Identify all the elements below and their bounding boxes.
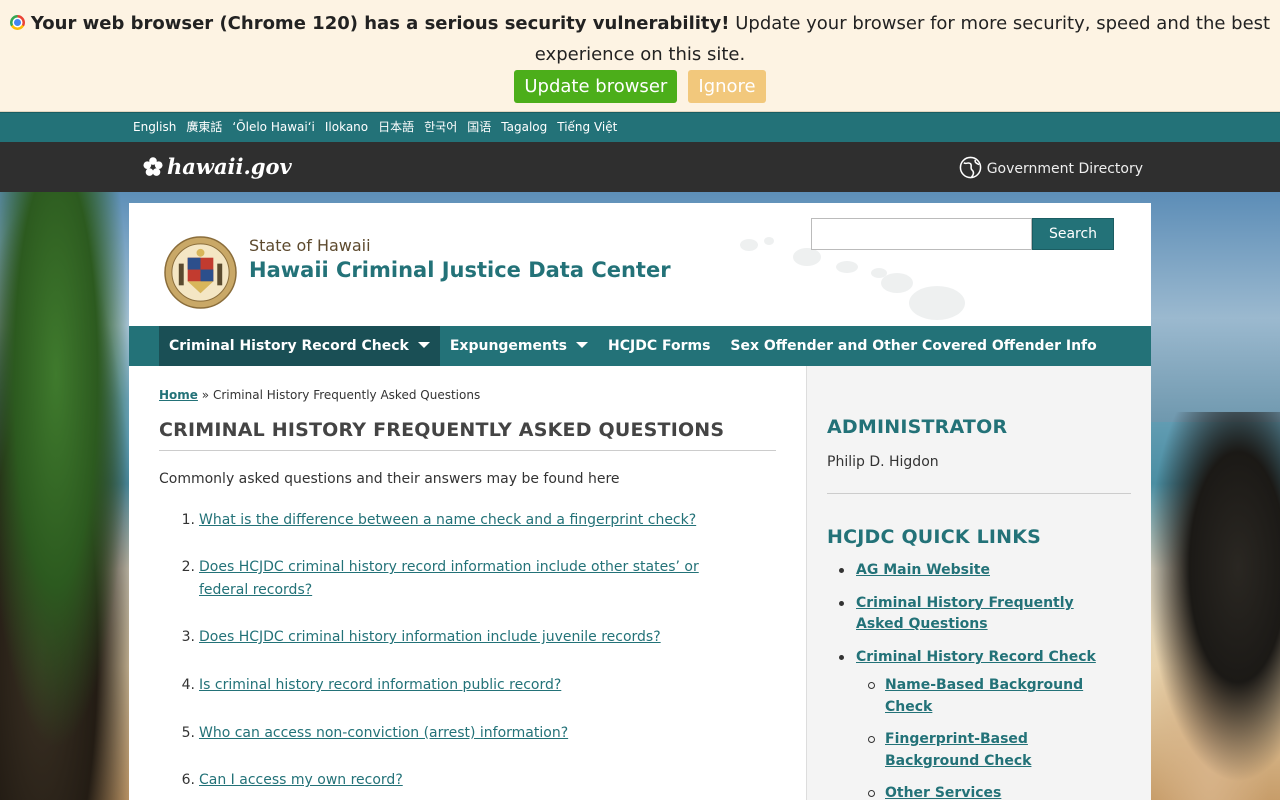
intro-text: Commonly asked questions and their answe… [159,471,620,487]
page-card: State of Hawaii Hawaii Criminal Justice … [129,203,1151,800]
rocks-image [1140,412,1280,800]
main-nav-list: Criminal History Record Check Expungement… [159,326,1107,366]
quick-sublink[interactable]: Other Services [885,785,1001,800]
language-link[interactable]: Ilokano [325,113,368,141]
state-seal-icon[interactable] [164,236,237,309]
quick-link[interactable]: AG Main Website [856,562,990,578]
faq-item: 5. Who can access non-conviction (arrest)… [159,722,739,745]
faq-item: 3. Does HCJDC criminal history informatio… [159,626,739,649]
browser-update-banner: Your web browser (Chrome 120) has a seri… [0,0,1280,112]
hawaii-gov-logo[interactable]: hawaii.gov [142,153,292,181]
language-link[interactable]: 廣東話 [186,113,222,141]
faq-question-link[interactable]: Is criminal history record information p… [199,677,561,693]
quick-link-item: Criminal History Frequently Asked Questi… [836,593,1116,635]
quick-sublink[interactable]: Fingerprint-Based Background Check [885,731,1031,769]
banner-warning: Your web browser (Chrome 120) has a seri… [30,13,730,34]
language-link[interactable]: Tiếng Việt [557,113,617,141]
agency-name[interactable]: Hawaii Criminal Justice Data Center [249,256,671,284]
faq-question-link[interactable]: Can I access my own record? [199,772,403,788]
breadcrumb-home-link[interactable]: Home [159,388,198,402]
nav-item-label: HCJDC Forms [608,338,711,354]
faq-question-link[interactable]: Does HCJDC criminal history information … [199,629,661,645]
main-nav: Criminal History Record Check Expungement… [129,326,1151,366]
sidebar-divider [827,493,1131,494]
language-link[interactable]: English [133,113,176,141]
state-label: State of Hawaii [249,236,371,255]
language-link[interactable]: 한국어 [424,113,457,141]
search-button[interactable]: Search [1032,218,1114,250]
hawaii-gov-bar: hawaii.gov Government Directory [0,142,1280,192]
faq-item: 1. What is the difference between a name … [159,509,739,532]
faq-item: 4. Is criminal history record information… [159,674,739,697]
quick-link[interactable]: Criminal History Record Check [856,649,1096,665]
main-content: Home » Criminal History Frequently Asked… [129,366,806,800]
mountain-image [1140,192,1280,422]
quick-links-heading: HCJDC QUICK LINKS [827,526,1042,548]
quick-link-item: AG Main Website [836,560,1116,581]
nav-item[interactable]: Expungements [440,326,598,366]
language-link[interactable]: ʻŌlelo Hawaiʻi [232,113,315,141]
update-browser-button[interactable]: Update browser [514,70,678,103]
government-directory-label: Government Directory [986,161,1143,177]
language-link[interactable]: Tagalog [501,113,547,141]
faq-number: 5. [181,725,195,741]
caret-down-icon [576,342,588,348]
language-list: English 廣東話 ʻŌlelo Hawaiʻi Ilokano 日本語 한국어 国语 T… [133,113,627,141]
globe-icon [959,156,982,179]
faq-number: 2. [181,559,195,575]
language-bar: English 廣東話 ʻŌlelo Hawaiʻi Ilokano 日本語 한국어 国语 T… [0,112,1280,142]
faq-number: 4. [181,677,195,693]
government-directory-link[interactable]: Government Directory [959,156,1143,181]
caret-down-icon [417,342,430,348]
breadcrumb-separator: » [201,388,210,402]
quick-link-subitem: Name-Based Background Check [856,674,1086,718]
sidebar: ADMINISTRATOR Philip D. Higdon HCJDC QUI… [806,366,1151,800]
banner-message: Your web browser (Chrome 120) has a seri… [0,0,1280,70]
quick-links-list: AG Main Website Criminal History Frequent… [836,560,1116,800]
faq-question-link[interactable]: Who can access non-conviction (arrest) i… [199,725,568,741]
faq-number: 6. [181,772,195,788]
faq-number: 1. [181,512,195,528]
page-title: CRIMINAL HISTORY FREQUENTLY ASKED QUESTI… [159,415,776,451]
nav-item-label: Expungements [449,338,567,354]
faq-number: 3. [181,629,195,645]
faq-item: 6. Can I access my own record? [159,769,739,792]
palm-tree-image [0,192,140,800]
nav-item[interactable]: Sex Offender and Other Covered Offender … [720,326,1106,366]
faq-item: 2. Does HCJDC criminal history record inf… [159,556,739,602]
language-link[interactable]: 国语 [467,113,491,141]
hawaii-gov-logo-text: hawaii.gov [167,154,292,179]
quick-link-subitem: Fingerprint-Based Background Check [856,728,1086,772]
breadcrumb: Home » Criminal History Frequently Asked… [159,385,480,405]
faq-question-link[interactable]: What is the difference between a name ch… [199,512,696,528]
quick-sublink[interactable]: Name-Based Background Check [885,677,1083,715]
search-input[interactable] [811,218,1032,250]
ignore-button[interactable]: Ignore [688,70,766,103]
quick-link[interactable]: Criminal History Frequently Asked Questi… [856,595,1074,632]
hibiscus-icon [143,157,163,176]
quick-link-sublist: Name-Based Background Check Fingerprint-B… [856,674,1116,800]
faq-question-link[interactable]: Does HCJDC criminal history record infor… [199,559,699,598]
quick-link-subitem: Other Services [856,782,1086,800]
breadcrumb-current: Criminal History Frequently Asked Questi… [212,388,481,402]
nav-item-label: Sex Offender and Other Covered Offender … [730,338,1097,354]
administrator-name: Philip D. Higdon [827,454,939,470]
nav-item[interactable]: HCJDC Forms [598,326,720,366]
language-link[interactable]: 日本語 [378,113,414,141]
nav-item[interactable]: Criminal History Record Check [159,326,440,366]
site-header: State of Hawaii Hawaii Criminal Justice … [129,203,1151,326]
nav-item-label: Criminal History Record Check [169,338,409,354]
quick-link-item: Criminal History Record Check Name-Based … [836,647,1116,800]
administrator-heading: ADMINISTRATOR [827,416,1008,438]
chrome-icon [9,15,25,30]
